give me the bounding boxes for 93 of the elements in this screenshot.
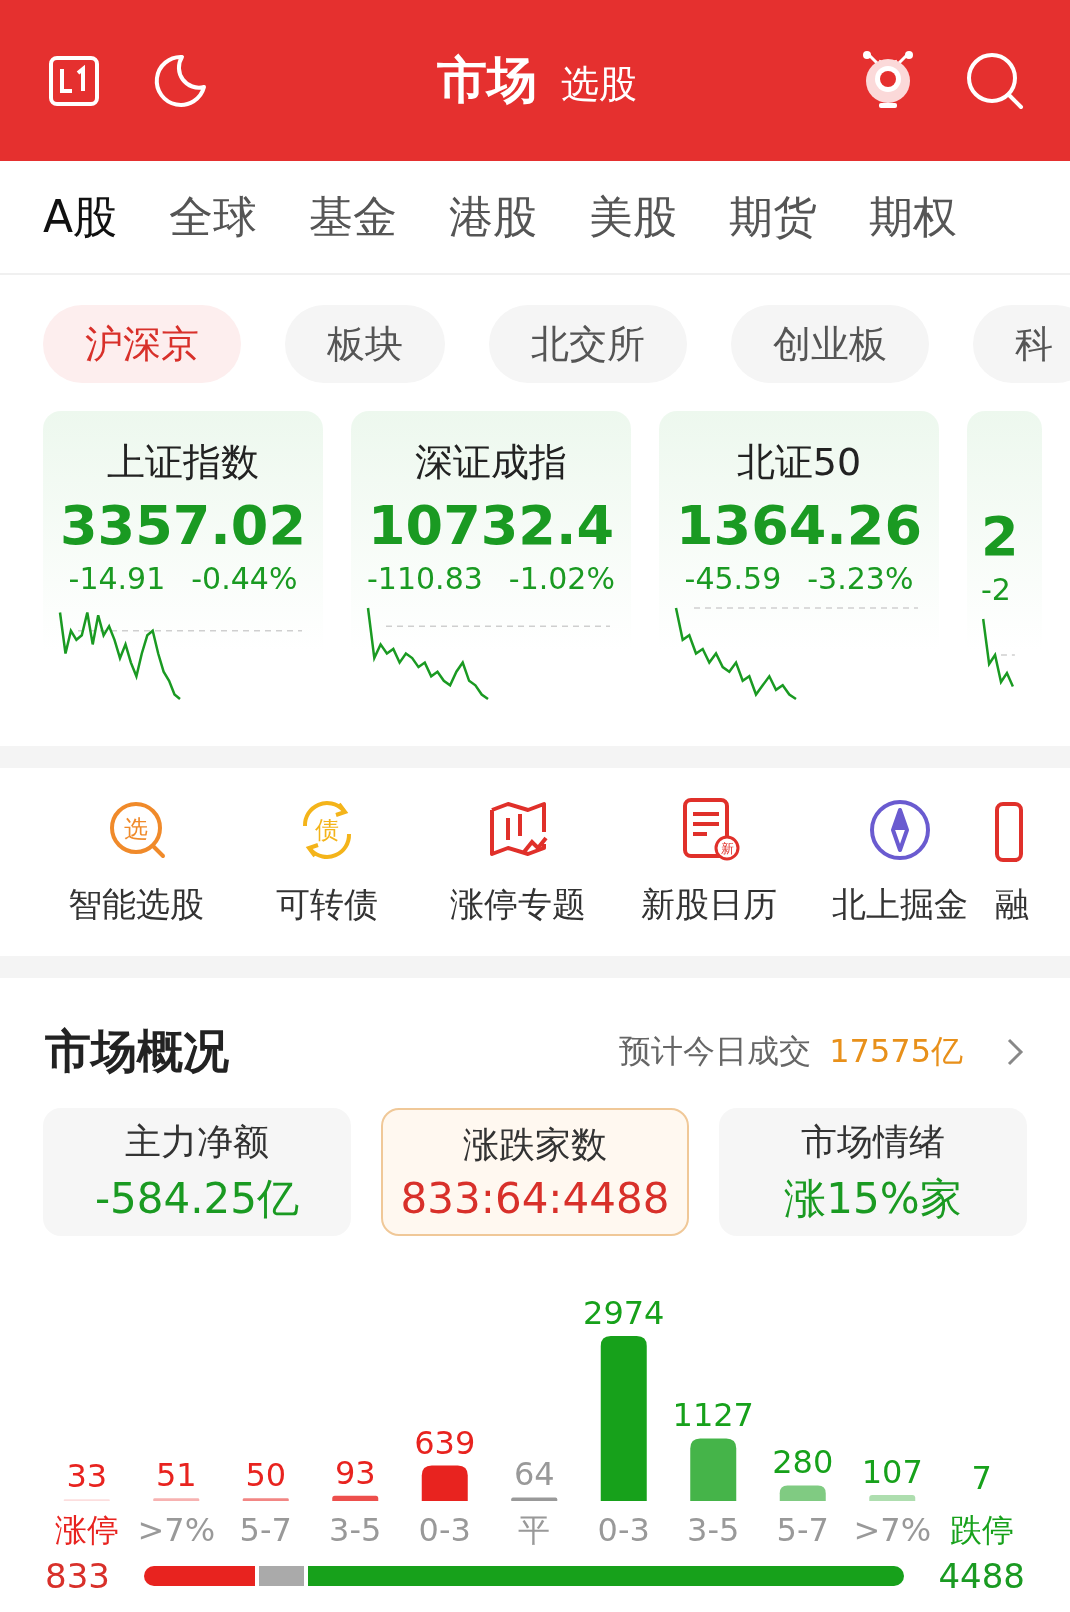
shortcut-label: 新股日历 (640, 883, 777, 926)
bar-category: >7% (853, 1511, 932, 1546)
stat-value: -584.25亿 (94, 1172, 300, 1225)
bar (242, 1498, 289, 1501)
bar-value: 33 (66, 1457, 108, 1496)
icon-badge-text: 债 (314, 816, 339, 844)
fall-count: 4488 (938, 1556, 1025, 1596)
bar-category: 平 (518, 1511, 551, 1546)
market-tab[interactable]: 全球 (169, 179, 258, 255)
shortcut-label: 融 (995, 883, 1029, 926)
level-one-icon[interactable] (48, 54, 100, 107)
moon-icon[interactable] (152, 52, 208, 109)
stat-card[interactable]: 主力净额 -584.25亿 (43, 1108, 351, 1236)
bar-category: 涨停 (54, 1511, 119, 1546)
chevron-icon[interactable] (1005, 1037, 1025, 1067)
market-tab[interactable]: 港股 (449, 179, 538, 255)
bar (511, 1497, 558, 1501)
bar-value: 93 (334, 1453, 376, 1492)
stat-value: 833:64:4488 (400, 1174, 670, 1223)
bar-category: >7% (137, 1511, 216, 1546)
stat-label: 市场情绪 (801, 1119, 945, 1164)
bar-value: 51 (155, 1456, 197, 1495)
index-value: 2 (981, 505, 1019, 568)
bar (779, 1485, 826, 1501)
shortcut-label: 智能选股 (67, 883, 204, 926)
bar-category: 3-5 (687, 1511, 740, 1546)
index-value: 10732.4 (368, 494, 614, 557)
shortcut-item[interactable]: 涨停专题 (422, 798, 613, 956)
exchange-chip[interactable]: 科 (973, 305, 1070, 383)
exchange-chip[interactable]: 沪深京 (43, 305, 241, 383)
bar-category: 跌停 (949, 1511, 1014, 1546)
icon-badge-text: 选 (123, 815, 148, 843)
bar-value: 2974 (583, 1294, 665, 1332)
bar-value: 280 (772, 1443, 834, 1482)
market-tab[interactable]: 期货 (729, 179, 818, 255)
market-tab[interactable]: 期权 (869, 179, 958, 255)
index-percent: -1.02% (508, 561, 615, 596)
shortcut-item[interactable]: 融 (995, 798, 1035, 956)
bar-value: 107 (861, 1453, 923, 1492)
index-percent: -0.44% (191, 561, 298, 596)
stat-card[interactable]: 涨跌家数 833:64:4488 (381, 1108, 689, 1236)
stat-value: 涨15%家 (784, 1172, 962, 1225)
market-tab[interactable]: 基金 (309, 179, 398, 255)
index-change: -110.83 (367, 561, 483, 596)
turnover-value: 17575亿 (829, 1031, 963, 1072)
bar-category: 0-3 (597, 1511, 650, 1546)
bar-value: 1127 (672, 1396, 754, 1435)
bar-value: 64 (513, 1455, 555, 1494)
shortcut-item[interactable]: 债 可转债 (231, 798, 422, 956)
stat-label: 主力净额 (125, 1119, 269, 1164)
page-title: 市场 (436, 50, 537, 111)
index-change: -45.59 (684, 561, 782, 596)
index-percent: -3.23% (807, 561, 914, 596)
exchange-chip[interactable]: 北交所 (489, 305, 687, 383)
bar (421, 1465, 468, 1501)
bar-value: 50 (245, 1456, 287, 1495)
ratio-segment (258, 1566, 304, 1586)
stock-picker-link[interactable]: 选股 (560, 59, 637, 110)
bar-category: 5-7 (239, 1511, 292, 1546)
bar-category: 0-3 (418, 1511, 471, 1546)
bar-value: 639 (414, 1423, 476, 1462)
turnover-label: 预计今日成交 (619, 1031, 812, 1072)
exchange-chip[interactable]: 创业板 (731, 305, 929, 383)
icon-badge-text: 新 (720, 841, 733, 856)
index-change: -2 (981, 572, 1011, 607)
shortcut-item[interactable]: 新 新股日历 (613, 798, 804, 956)
index-value: 1364.26 (676, 494, 922, 557)
bar-category: 5-7 (776, 1511, 829, 1546)
bar-value: 7 (971, 1458, 992, 1497)
exchange-chip[interactable]: 板块 (285, 305, 445, 383)
bar (869, 1495, 916, 1501)
index-value: 3357.02 (60, 494, 306, 557)
market-tab[interactable]: A股 (43, 179, 118, 255)
shortcut-label: 北上掘金 (831, 883, 968, 926)
stat-label: 涨跌家数 (463, 1123, 607, 1167)
shortcut-item[interactable]: 选 智能选股 (40, 798, 231, 956)
shortcut-label: 涨停专题 (449, 883, 586, 926)
index-name: 深证成指 (415, 439, 567, 486)
bar-category: 3-5 (329, 1511, 382, 1546)
index-name: 上证指数 (107, 439, 259, 486)
shortcut-label: 可转债 (275, 883, 378, 926)
shortcut-item[interactable]: 北上掘金 (804, 798, 995, 956)
market-tab[interactable]: 美股 (589, 179, 678, 255)
index-name: 北证50 (736, 439, 862, 486)
compass-icon (867, 798, 932, 862)
index-change: -14.91 (68, 561, 166, 596)
section-title: 市场概况 (45, 1023, 229, 1080)
rise-count: 833 (45, 1556, 110, 1596)
stat-card[interactable]: 市场情绪 涨15%家 (719, 1108, 1027, 1236)
bar (690, 1438, 737, 1501)
bar (332, 1495, 379, 1501)
search-icon[interactable] (965, 50, 1025, 111)
bar (153, 1498, 200, 1501)
